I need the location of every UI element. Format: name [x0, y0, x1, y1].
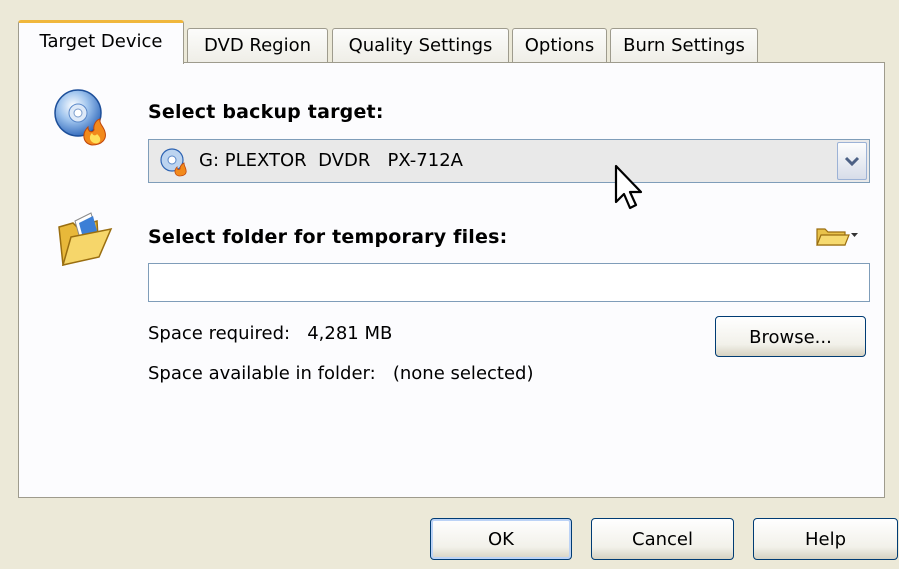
folder-menu-icon[interactable]	[815, 223, 861, 247]
selected-drive-value: G: PLEXTOR DVDR PX-712A	[199, 150, 463, 171]
temp-folder-input[interactable]	[148, 263, 870, 302]
ok-button[interactable]: OK	[430, 518, 572, 560]
cd-burn-icon	[54, 89, 106, 146]
target-heading: Select backup target:	[148, 101, 384, 123]
tab-target-device[interactable]: Target Device	[18, 20, 184, 64]
browse-button[interactable]: Browse...	[715, 316, 866, 357]
tab-options[interactable]: Options	[512, 28, 607, 62]
dialog-window: Target Device DVD Region Quality Setting…	[0, 0, 899, 569]
target-device-panel: Select backup target: G: PLEXTOR DVDR PX…	[18, 62, 885, 498]
mouse-cursor-icon	[614, 164, 643, 210]
tab-quality-settings[interactable]: Quality Settings	[332, 28, 509, 62]
folder-heading: Select folder for temporary files:	[148, 226, 508, 248]
help-button[interactable]: Help	[753, 518, 898, 560]
backup-target-dropdown[interactable]: G: PLEXTOR DVDR PX-712A	[148, 139, 870, 183]
cancel-button[interactable]: Cancel	[591, 518, 734, 560]
space-available-text: Space available in folder: (none selecte…	[148, 363, 534, 384]
tab-strip: Target Device DVD Region Quality Setting…	[18, 18, 898, 64]
chevron-down-icon	[844, 156, 860, 167]
tab-burn-settings[interactable]: Burn Settings	[610, 28, 758, 62]
tab-dvd-region[interactable]: DVD Region	[187, 28, 328, 62]
dropdown-arrow-button[interactable]	[837, 142, 867, 180]
cd-drive-icon	[160, 148, 187, 177]
folder-open-icon	[58, 212, 113, 267]
space-required-text: Space required: 4,281 MB	[148, 323, 393, 344]
